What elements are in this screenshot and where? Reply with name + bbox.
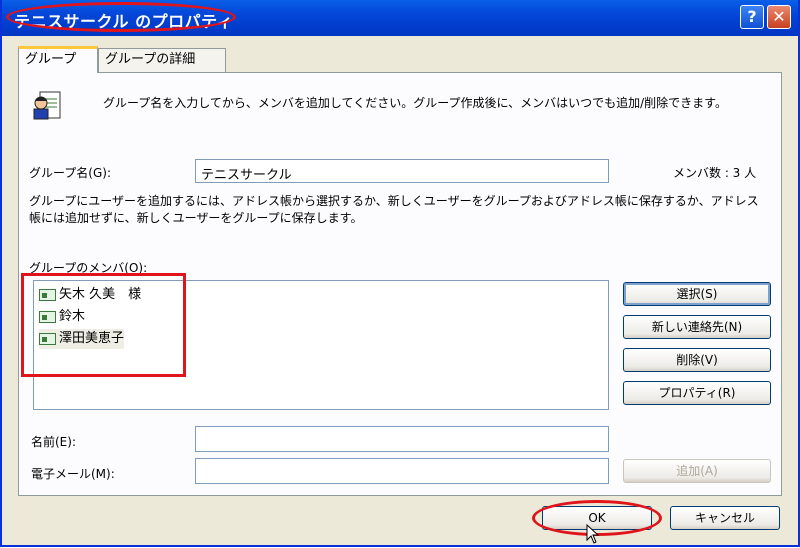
close-button[interactable]: ✕ [767, 5, 791, 29]
group-name-label: グループ名(G): [29, 166, 111, 180]
cancel-button[interactable]: キャンセル [670, 506, 780, 530]
delete-button[interactable]: 削除(V) [623, 348, 771, 372]
email-label: 電子メール(M): [31, 467, 115, 481]
mouse-pointer-icon [586, 523, 600, 544]
title-annotation-circle [6, 2, 236, 32]
select-button[interactable]: 選択(S) [623, 282, 771, 306]
name-input[interactable] [195, 426, 609, 452]
properties-button[interactable]: プロパティ(R) [623, 381, 771, 405]
title-bar: テニスサークル のプロパティ ? ✕ [2, 0, 798, 36]
group-name-input[interactable]: テニスサークル [195, 159, 609, 183]
properties-dialog: テニスサークル のプロパティ ? ✕ グループ グループの詳細 グループ名を入力… [0, 0, 800, 547]
members-annotation-box [21, 273, 186, 377]
add-button[interactable]: 追加(A) [623, 459, 771, 483]
group-name-value: テニスサークル [201, 168, 292, 183]
tab-panel: グループ名を入力してから、メンバを追加してください。グループ作成後に、メンバはい… [18, 72, 782, 496]
group-contacts-icon [31, 89, 63, 121]
instructions-text: グループにユーザーを追加するには、アドレス帳から選択するか、新しくユーザーをグル… [29, 194, 759, 225]
new-contact-button[interactable]: 新しい連絡先(N) [623, 315, 771, 339]
intro-text: グループ名を入力してから、メンバを追加してください。グループ作成後に、メンバはい… [103, 96, 727, 110]
member-count: メンバ数 : 3 人 [673, 166, 757, 180]
tab-group[interactable]: グループ [18, 46, 98, 73]
help-button[interactable]: ? [740, 5, 764, 29]
tab-group-details[interactable]: グループの詳細 [98, 48, 226, 72]
name-label: 名前(E): [31, 435, 76, 449]
email-input[interactable] [195, 458, 609, 484]
